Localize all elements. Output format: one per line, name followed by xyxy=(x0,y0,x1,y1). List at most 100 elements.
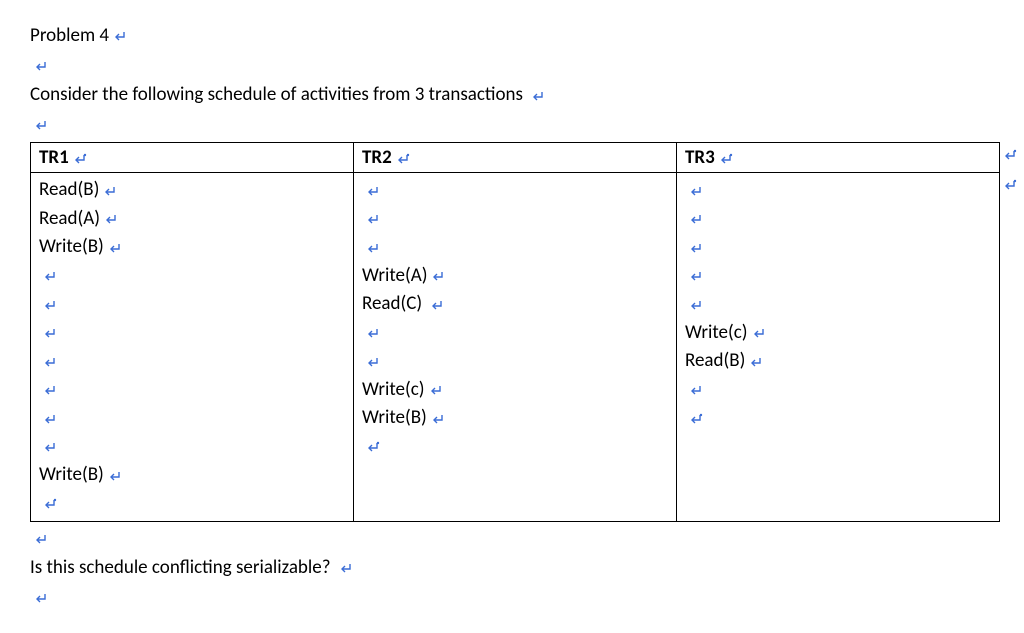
cell-mark-icon xyxy=(73,153,87,165)
paragraph-mark-icon xyxy=(43,327,57,339)
paragraph-mark-icon xyxy=(689,213,703,225)
cell-line: Read(A) xyxy=(39,205,345,234)
paragraph-mark-icon xyxy=(431,413,445,425)
paragraph-mark-icon xyxy=(689,270,703,282)
cell-line xyxy=(362,319,668,348)
paragraph-mark-icon xyxy=(34,60,48,72)
cell-line xyxy=(685,233,991,262)
cell-line: Write(B) xyxy=(39,233,345,262)
paragraph-mark-icon xyxy=(366,213,380,225)
col-header-tr3: TR3 xyxy=(677,143,1000,173)
paragraph-mark-icon xyxy=(689,384,703,396)
paragraph-mark-icon xyxy=(366,242,380,254)
intro-text-line: Consider the following schedule of activ… xyxy=(30,81,994,109)
cell-line xyxy=(685,404,991,433)
blank-line xyxy=(30,524,994,552)
cell-line xyxy=(685,290,991,319)
op-text: Write(c) xyxy=(685,321,748,344)
cell-line: Read(C) xyxy=(362,290,668,319)
cell-line xyxy=(362,176,668,205)
cell-line xyxy=(362,233,668,262)
op-text: Write(B) xyxy=(39,235,104,258)
blank-line xyxy=(30,111,994,139)
problem-heading: Problem 4 xyxy=(30,22,994,50)
header-text: TR2 xyxy=(362,146,392,169)
blank-line xyxy=(30,52,994,80)
op-text: Read(B) xyxy=(39,178,99,201)
cell-mark-icon xyxy=(689,413,703,425)
cell-line xyxy=(685,376,991,405)
question-text: Is this schedule conflicting serializabl… xyxy=(30,556,335,579)
cell-line: Write(B) xyxy=(362,404,668,433)
question-line: Is this schedule conflicting serializabl… xyxy=(30,554,994,582)
col-header-tr2: TR2 xyxy=(354,143,677,173)
header-text: TR1 xyxy=(39,146,69,169)
paragraph-mark-icon xyxy=(752,327,766,339)
cell-line xyxy=(39,290,345,319)
paragraph-mark-icon xyxy=(34,592,48,604)
cell-line xyxy=(39,490,345,519)
op-text: Read(C) xyxy=(362,292,426,315)
paragraph-mark-icon xyxy=(113,30,127,42)
paragraph-mark-icon xyxy=(43,384,57,396)
cell-line xyxy=(39,376,345,405)
cell-line xyxy=(685,205,991,234)
row-end-mark-icon xyxy=(1003,179,1017,191)
op-text: Write(B) xyxy=(39,463,104,486)
op-text: Read(A) xyxy=(39,207,100,230)
cell-tr3: Write(c) Read(B) xyxy=(677,173,1000,522)
paragraph-mark-icon xyxy=(689,185,703,197)
op-text: Write(c) xyxy=(362,378,425,401)
paragraph-mark-icon xyxy=(43,356,57,368)
op-text: Write(B) xyxy=(362,406,427,429)
paragraph-mark-icon xyxy=(108,470,122,482)
paragraph-mark-icon xyxy=(43,441,57,453)
paragraph-mark-icon xyxy=(429,384,443,396)
cell-tr2: Write(A) Read(C) Write(c) Write(B) xyxy=(354,173,677,522)
blank-line xyxy=(30,583,994,611)
cell-line: Write(A) xyxy=(362,262,668,291)
paragraph-mark-icon xyxy=(431,270,445,282)
cell-mark-icon xyxy=(366,441,380,453)
cell-line: Write(B) xyxy=(39,461,345,490)
paragraph-mark-icon xyxy=(531,90,545,102)
cell-line: Read(B) xyxy=(39,176,345,205)
paragraph-mark-icon xyxy=(104,213,118,225)
heading-text: Problem 4 xyxy=(30,24,109,47)
cell-line xyxy=(362,433,668,462)
cell-tr1: Read(B) Read(A) Write(B) Write(B) xyxy=(31,173,354,522)
paragraph-mark-icon xyxy=(43,270,57,282)
paragraph-mark-icon xyxy=(339,562,353,574)
table-header-row: TR1 TR2 TR3 xyxy=(31,143,1000,173)
cell-line xyxy=(39,347,345,376)
paragraph-mark-icon xyxy=(689,299,703,311)
col-header-tr1: TR1 xyxy=(31,143,354,173)
paragraph-mark-icon xyxy=(689,242,703,254)
cell-line xyxy=(39,262,345,291)
cell-line xyxy=(362,347,668,376)
intro-text: Consider the following schedule of activ… xyxy=(30,83,527,106)
op-text: Read(B) xyxy=(685,349,745,372)
paragraph-mark-icon xyxy=(366,327,380,339)
cell-line xyxy=(685,262,991,291)
cell-line: Write(c) xyxy=(685,319,991,348)
cell-line: Write(c) xyxy=(362,376,668,405)
cell-mark-icon xyxy=(396,153,410,165)
paragraph-mark-icon xyxy=(34,533,48,545)
cell-mark-icon xyxy=(43,498,57,510)
cell-mark-icon xyxy=(719,153,733,165)
row-end-mark-icon xyxy=(1003,149,1017,161)
paragraph-mark-icon xyxy=(430,299,444,311)
paragraph-mark-icon xyxy=(366,356,380,368)
op-text: Write(A) xyxy=(362,264,427,287)
cell-line xyxy=(39,433,345,462)
cell-line xyxy=(39,319,345,348)
cell-line: Read(B) xyxy=(685,347,991,376)
paragraph-mark-icon xyxy=(108,242,122,254)
cell-line xyxy=(39,404,345,433)
paragraph-mark-icon xyxy=(103,185,117,197)
cell-line xyxy=(362,205,668,234)
paragraph-mark-icon xyxy=(34,119,48,131)
schedule-table: TR1 TR2 TR3 Read(B)Read(A)Write(B)Write(… xyxy=(30,142,1000,522)
paragraph-mark-icon xyxy=(749,356,763,368)
